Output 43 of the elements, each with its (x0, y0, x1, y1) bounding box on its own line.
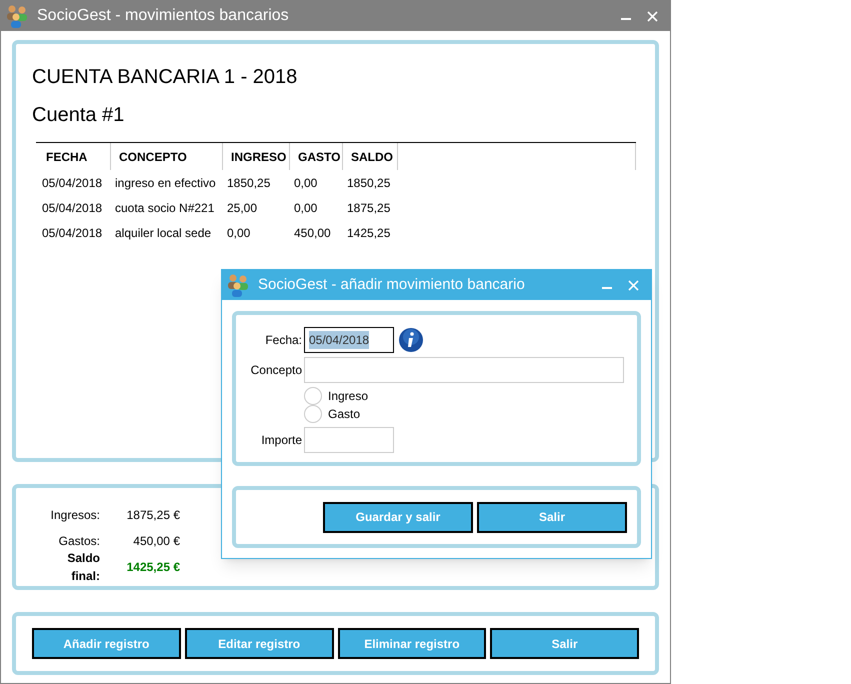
table-cell-text: 25,00 (226, 200, 258, 216)
field-label: Fecha: (264, 332, 303, 349)
people-icon (5, 4, 29, 28)
field-label: Concepto (250, 362, 303, 379)
window-title: SocioGest - movimientos bancarios (37, 6, 289, 26)
column-header[interactable]: CONCEPTO (111, 143, 223, 170)
radio-option[interactable]: Gasto (304, 405, 637, 423)
summary-label: Ingresos: (50, 507, 100, 524)
info-icon[interactable] (398, 327, 424, 353)
table-cell-text: 05/04/2018 (41, 174, 104, 192)
people-icon (226, 273, 250, 297)
table-cell-text: cuota socio N#221 (114, 200, 216, 216)
table-cell-text: 1875,25 (346, 200, 392, 216)
table-cell-text: ingreso en efectivo (114, 174, 217, 192)
summary-label: Gastos: (58, 533, 100, 550)
table-cell-text: 1425,25 (346, 224, 392, 242)
date-field[interactable]: 05/04/2018 (304, 327, 394, 353)
radio-option[interactable]: Ingreso (304, 387, 637, 405)
column-header[interactable]: INGRESO (223, 143, 290, 170)
field-label: Importe (260, 432, 303, 449)
column-header[interactable]: GASTO (290, 143, 343, 170)
table-cell-text: 05/04/2018 (41, 200, 104, 216)
summary-value: 1875,25 € (126, 507, 180, 524)
summary-value: 450,00 € (132, 533, 180, 550)
summary-value: 1425,25 € (126, 559, 180, 576)
summary-label: Saldo final: (66, 550, 100, 585)
close-icon[interactable] (628, 280, 639, 290)
table-cell-text: 1850,25 (346, 174, 392, 192)
amount-field[interactable] (304, 427, 394, 453)
table-cell-text: 0,00 (293, 200, 318, 216)
column-header[interactable]: FECHA (36, 143, 111, 170)
dialog-title: SocioGest - añadir movimiento bancario (258, 274, 525, 295)
close-icon[interactable] (647, 10, 658, 22)
account-title: CUENTA BANCARIA 1 - 2018 (32, 65, 298, 90)
column-header[interactable]: SALDO (343, 143, 398, 170)
table-cell-text: alquiler local sede (114, 224, 212, 242)
table-cell-text: 05/04/2018 (41, 224, 104, 242)
table-cell-text: 0,00 (293, 174, 318, 192)
concept-field[interactable] (304, 357, 624, 383)
table-cell-text: 0,00 (226, 224, 252, 242)
account-subtitle: Cuenta #1 (32, 103, 126, 128)
table-cell-text: 450,00 (293, 224, 332, 242)
table-cell-text: 1850,25 (226, 174, 272, 192)
